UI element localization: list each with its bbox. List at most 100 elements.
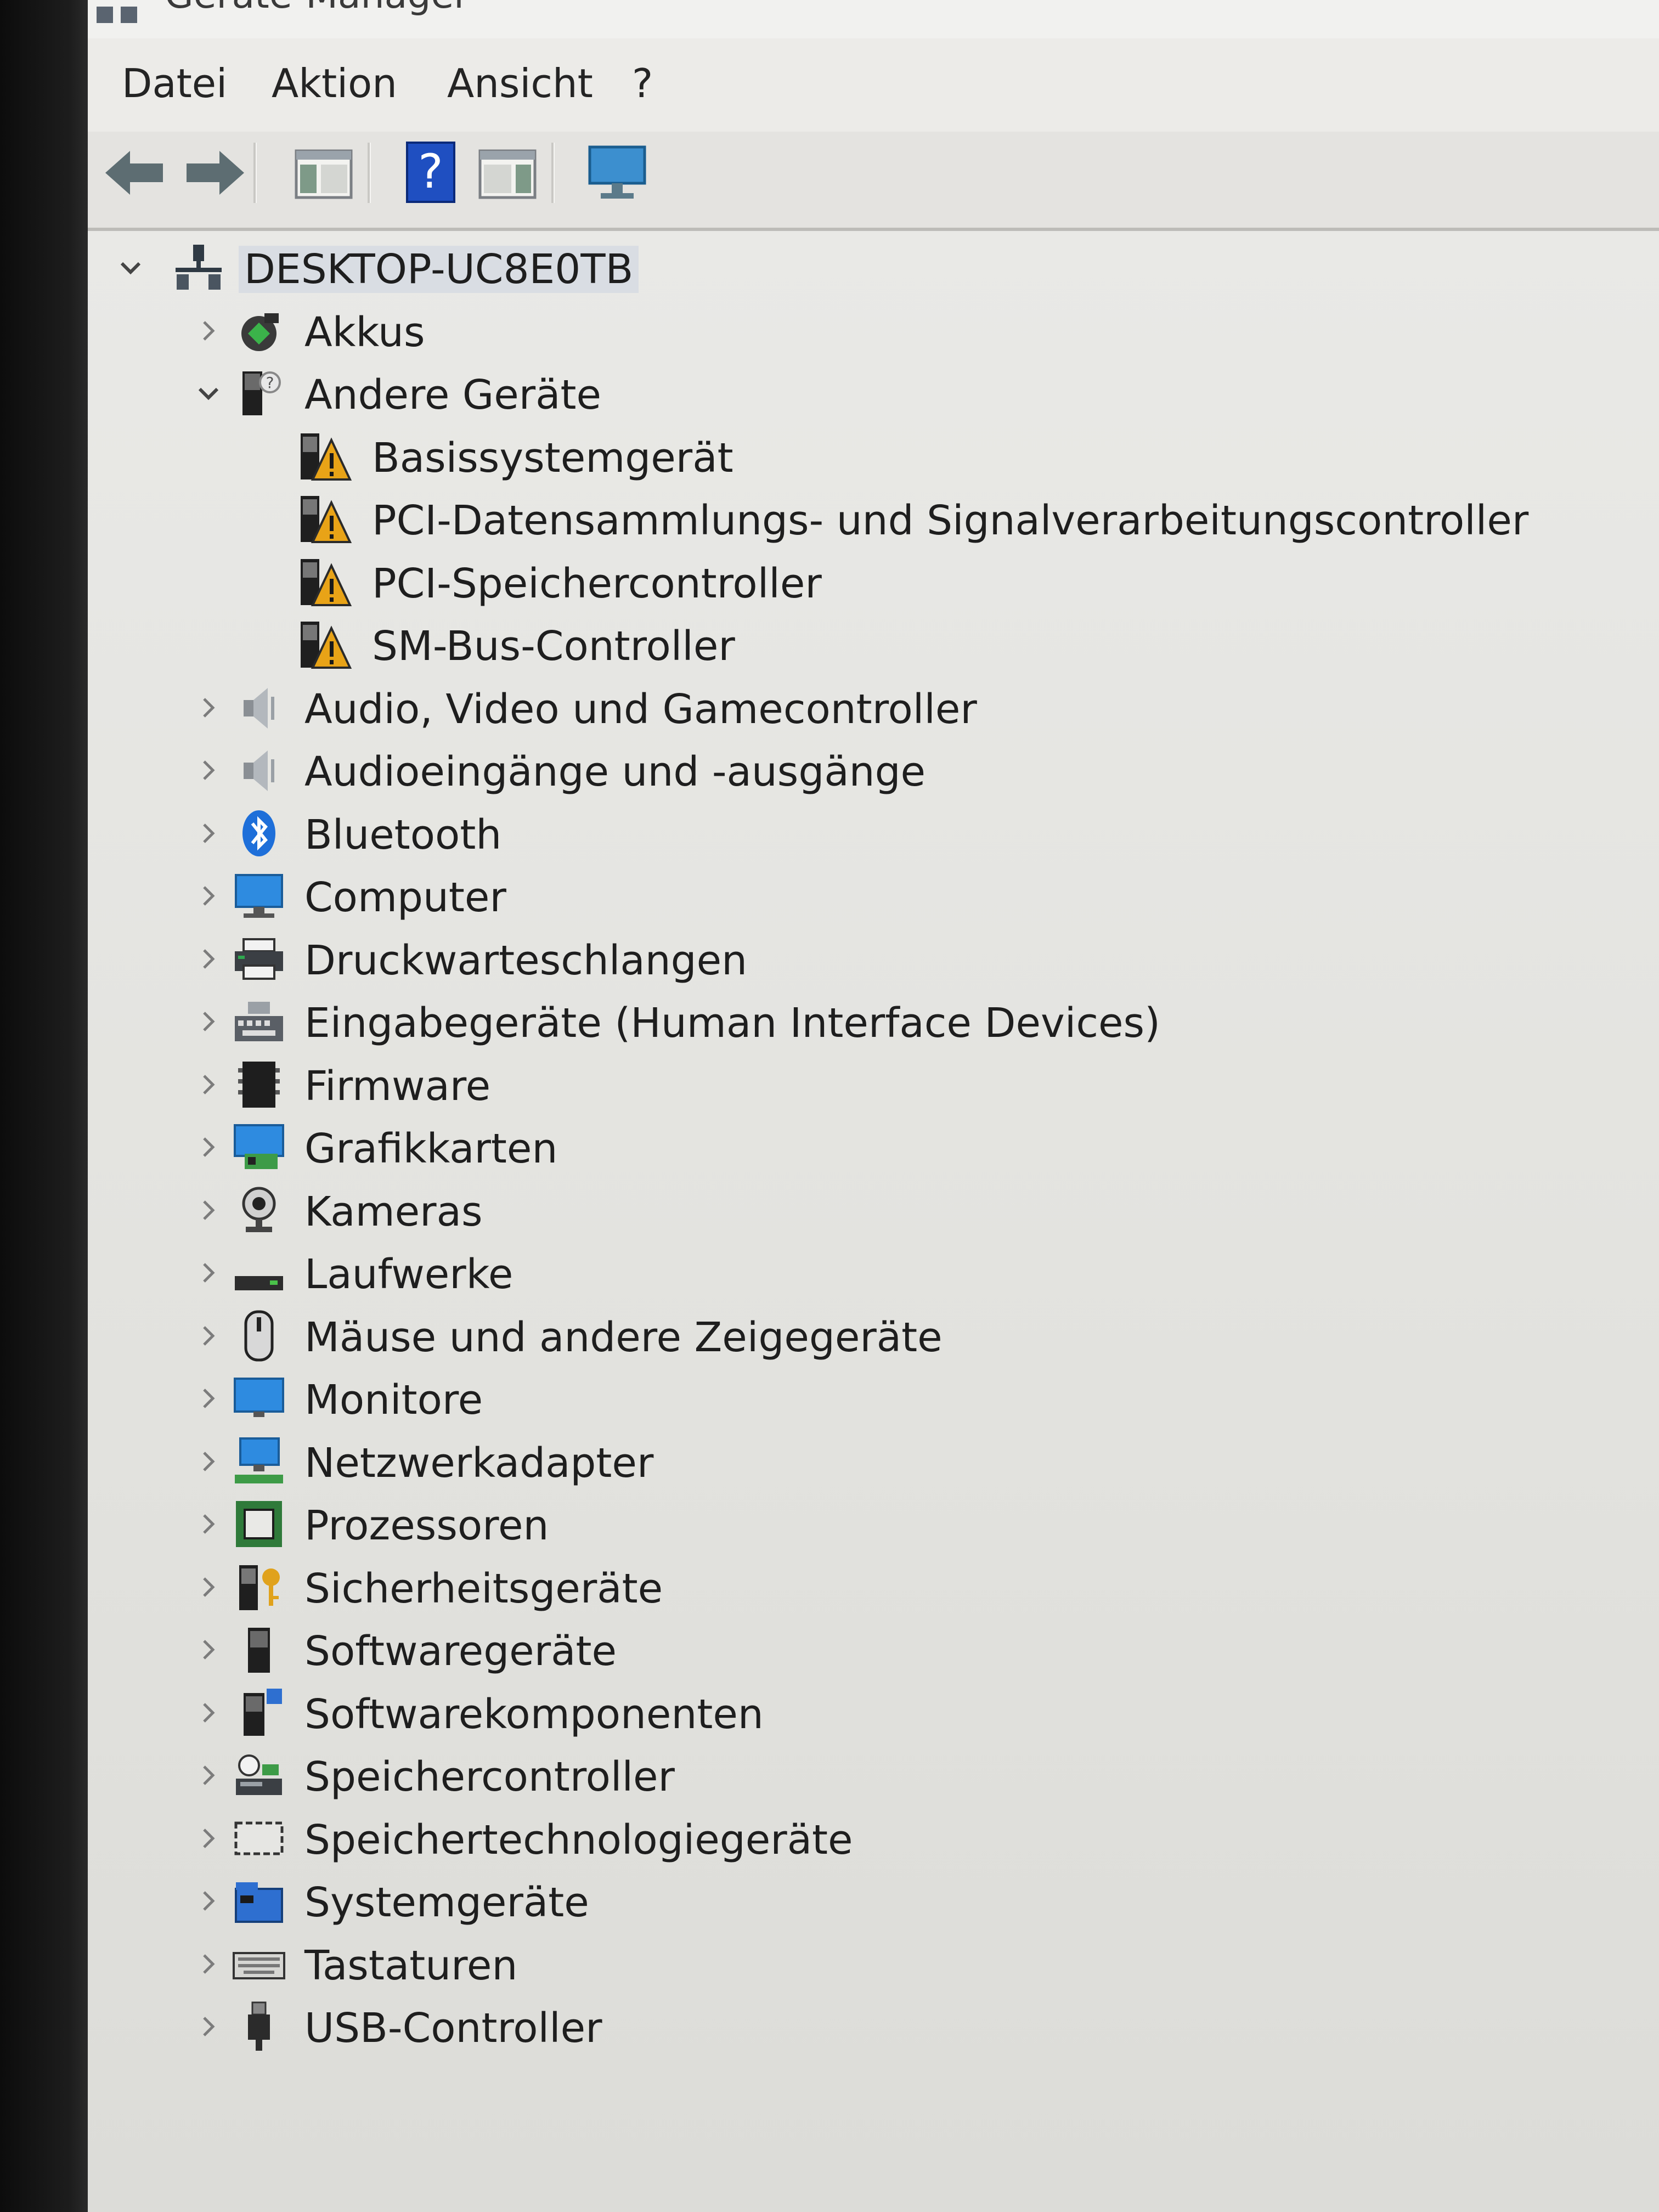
expand-toggle[interactable] — [192, 1948, 225, 1980]
expand-toggle[interactable] — [192, 754, 225, 787]
tree-item-label: Eingabegeräte (Human Interface Devices) — [304, 1000, 1160, 1047]
speaker-icon — [232, 743, 286, 798]
svg-text:?: ? — [266, 374, 274, 392]
chevron-right-icon — [203, 1891, 215, 1911]
help-button[interactable]: ? — [395, 137, 466, 208]
tree-item-sicherheitsgeraete[interactable]: Sicherheitsgeräte — [88, 1556, 1659, 1618]
tree-item-prozessoren[interactable]: Prozessoren — [88, 1493, 1659, 1555]
tree-subitem-pci-datensammlungs-und-signalverarbeitungscontroller[interactable]: PCI-Datensammlungs- und Signalverarbeitu… — [88, 488, 1659, 550]
scan-monitor-icon — [588, 145, 646, 199]
tree-item-usb-controller[interactable]: USB-Controller — [88, 1996, 1659, 2057]
tree-item-netzwerkadapter[interactable]: Netzwerkadapter — [88, 1431, 1659, 1492]
chevron-right-icon — [203, 1828, 215, 1848]
expand-toggle[interactable] — [192, 1508, 225, 1541]
tree-item-speichertechnologiegeraete[interactable]: Speichertechnologiegeräte — [88, 1808, 1659, 1869]
tree-item-eingabegeraete-human-interface-devices[interactable]: Eingabegeräte (Human Interface Devices) — [88, 991, 1659, 1052]
tree-item-tastaturen[interactable]: Tastaturen — [88, 1933, 1659, 1995]
expand-toggle[interactable] — [192, 2010, 225, 2043]
chevron-right-icon — [203, 1200, 215, 1220]
keyboard-icon — [232, 1937, 286, 1991]
tree-item-kameras[interactable]: Kameras — [88, 1180, 1659, 1241]
expand-toggle[interactable] — [192, 1822, 225, 1855]
tree-item-andere-geraete[interactable]: ? Andere Geräte — [88, 363, 1659, 424]
toolbar: ? — [88, 132, 1659, 231]
tree-root[interactable]: DESKTOP-UC8E0TB — [88, 237, 1659, 298]
tree-subitem-pci-speichercontroller[interactable]: PCI-Speichercontroller — [88, 551, 1659, 613]
tree-item-druckwarteschlangen[interactable]: Druckwarteschlangen — [88, 928, 1659, 990]
properties-view-button[interactable] — [472, 137, 543, 208]
tree-item-label: Tastaturen — [304, 1942, 518, 1989]
forward-button[interactable] — [178, 137, 250, 208]
expand-toggle[interactable] — [192, 1319, 225, 1352]
expand-toggle[interactable] — [192, 1633, 225, 1666]
expand-toggle[interactable] — [192, 314, 225, 347]
tree-item-maeuse-und-andere-zeigegeraete[interactable]: Mäuse und andere Zeigegeräte — [88, 1305, 1659, 1367]
tree-item-systemgeraete[interactable]: Systemgeräte — [88, 1870, 1659, 1932]
tree-item-monitore[interactable]: Monitore — [88, 1368, 1659, 1429]
mouse-icon — [232, 1308, 286, 1363]
expand-toggle[interactable] — [192, 1194, 225, 1227]
menu-help[interactable]: ? — [632, 60, 653, 106]
chevron-right-icon — [203, 823, 215, 843]
warning-device-icon — [297, 555, 352, 610]
expand-toggle[interactable] — [192, 1382, 225, 1415]
chevron-right-icon — [203, 320, 215, 341]
expand-toggle[interactable] — [192, 1131, 225, 1164]
memory-technology-icon — [232, 1811, 286, 1866]
bluetooth-icon — [232, 806, 286, 861]
menu-datei[interactable]: Datei — [122, 60, 227, 106]
expand-toggle[interactable] — [192, 879, 225, 912]
warning-device-icon — [297, 617, 352, 672]
expand-toggle[interactable] — [192, 1571, 225, 1604]
device-manager-window: Geräte-Manager Datei Aktion Ansicht ? — [88, 0, 1659, 2212]
expand-toggle[interactable] — [192, 1005, 225, 1038]
tree-item-label: Druckwarteschlangen — [304, 936, 748, 984]
tree-subitem-basissystemgeraet[interactable]: Basissystemgerät — [88, 426, 1659, 487]
expand-toggle[interactable] — [192, 1696, 225, 1729]
expand-toggle[interactable] — [192, 377, 225, 410]
other-devices-icon: ? — [232, 366, 286, 421]
chevron-right-icon — [203, 1577, 215, 1597]
expand-toggle[interactable] — [192, 817, 225, 850]
expand-toggle[interactable] — [192, 1256, 225, 1289]
scan-hardware-button[interactable] — [582, 137, 653, 208]
expand-toggle[interactable] — [114, 251, 147, 284]
toolbar-separator — [368, 143, 371, 203]
chevron-right-icon — [203, 1325, 215, 1346]
menu-aktion[interactable]: Aktion — [272, 60, 397, 106]
tree-item-computer[interactable]: Computer — [88, 865, 1659, 927]
tree-item-label: Monitore — [304, 1376, 483, 1424]
expand-toggle[interactable] — [192, 1759, 225, 1792]
chevron-right-icon — [203, 1954, 215, 1974]
network-icon — [232, 1434, 286, 1489]
tree-item-audioeingaenge-und-ausgaenge[interactable]: Audioeingänge und -ausgänge — [88, 740, 1659, 801]
tree-subitem-sm-bus-controller[interactable]: SM-Bus-Controller — [88, 614, 1659, 675]
computer-name-label: DESKTOP-UC8E0TB — [239, 246, 639, 293]
tree-item-label: Akkus — [304, 308, 425, 356]
security-device-icon — [232, 1560, 286, 1615]
tree-item-akkus[interactable]: Akkus — [88, 300, 1659, 362]
tree-item-bluetooth[interactable]: Bluetooth — [88, 803, 1659, 864]
tree-item-label: Andere Geräte — [304, 371, 602, 419]
tree-item-label: Sicherheitsgeräte — [304, 1565, 663, 1612]
expand-toggle[interactable] — [192, 1445, 225, 1478]
show-hide-console-tree-button[interactable] — [288, 137, 359, 208]
chevron-right-icon — [203, 1074, 215, 1094]
tree-item-label: Prozessoren — [304, 1502, 549, 1549]
tree-item-audio-video-und-gamecontroller[interactable]: Audio, Video und Gamecontroller — [88, 677, 1659, 738]
expand-toggle[interactable] — [192, 1884, 225, 1917]
tree-item-label: USB-Controller — [304, 2005, 602, 2052]
tree-subitem-label: PCI-Datensammlungs- und Signalverarbeitu… — [372, 497, 1529, 544]
tree-item-softwarekomponenten[interactable]: Softwarekomponenten — [88, 1682, 1659, 1743]
expand-toggle[interactable] — [192, 1068, 225, 1101]
tree-item-grafikkarten[interactable]: Grafikkarten — [88, 1116, 1659, 1178]
expand-toggle[interactable] — [192, 691, 225, 724]
menu-ansicht[interactable]: Ansicht — [447, 60, 593, 106]
tree-item-softwaregeraete[interactable]: Softwaregeräte — [88, 1619, 1659, 1680]
tree-item-firmware[interactable]: Firmware — [88, 1054, 1659, 1115]
tree-item-laufwerke[interactable]: Laufwerke — [88, 1242, 1659, 1304]
chevron-right-icon — [203, 1765, 215, 1785]
back-button[interactable] — [100, 137, 171, 208]
expand-toggle[interactable] — [192, 943, 225, 975]
tree-item-speichercontroller[interactable]: Speichercontroller — [88, 1745, 1659, 1806]
